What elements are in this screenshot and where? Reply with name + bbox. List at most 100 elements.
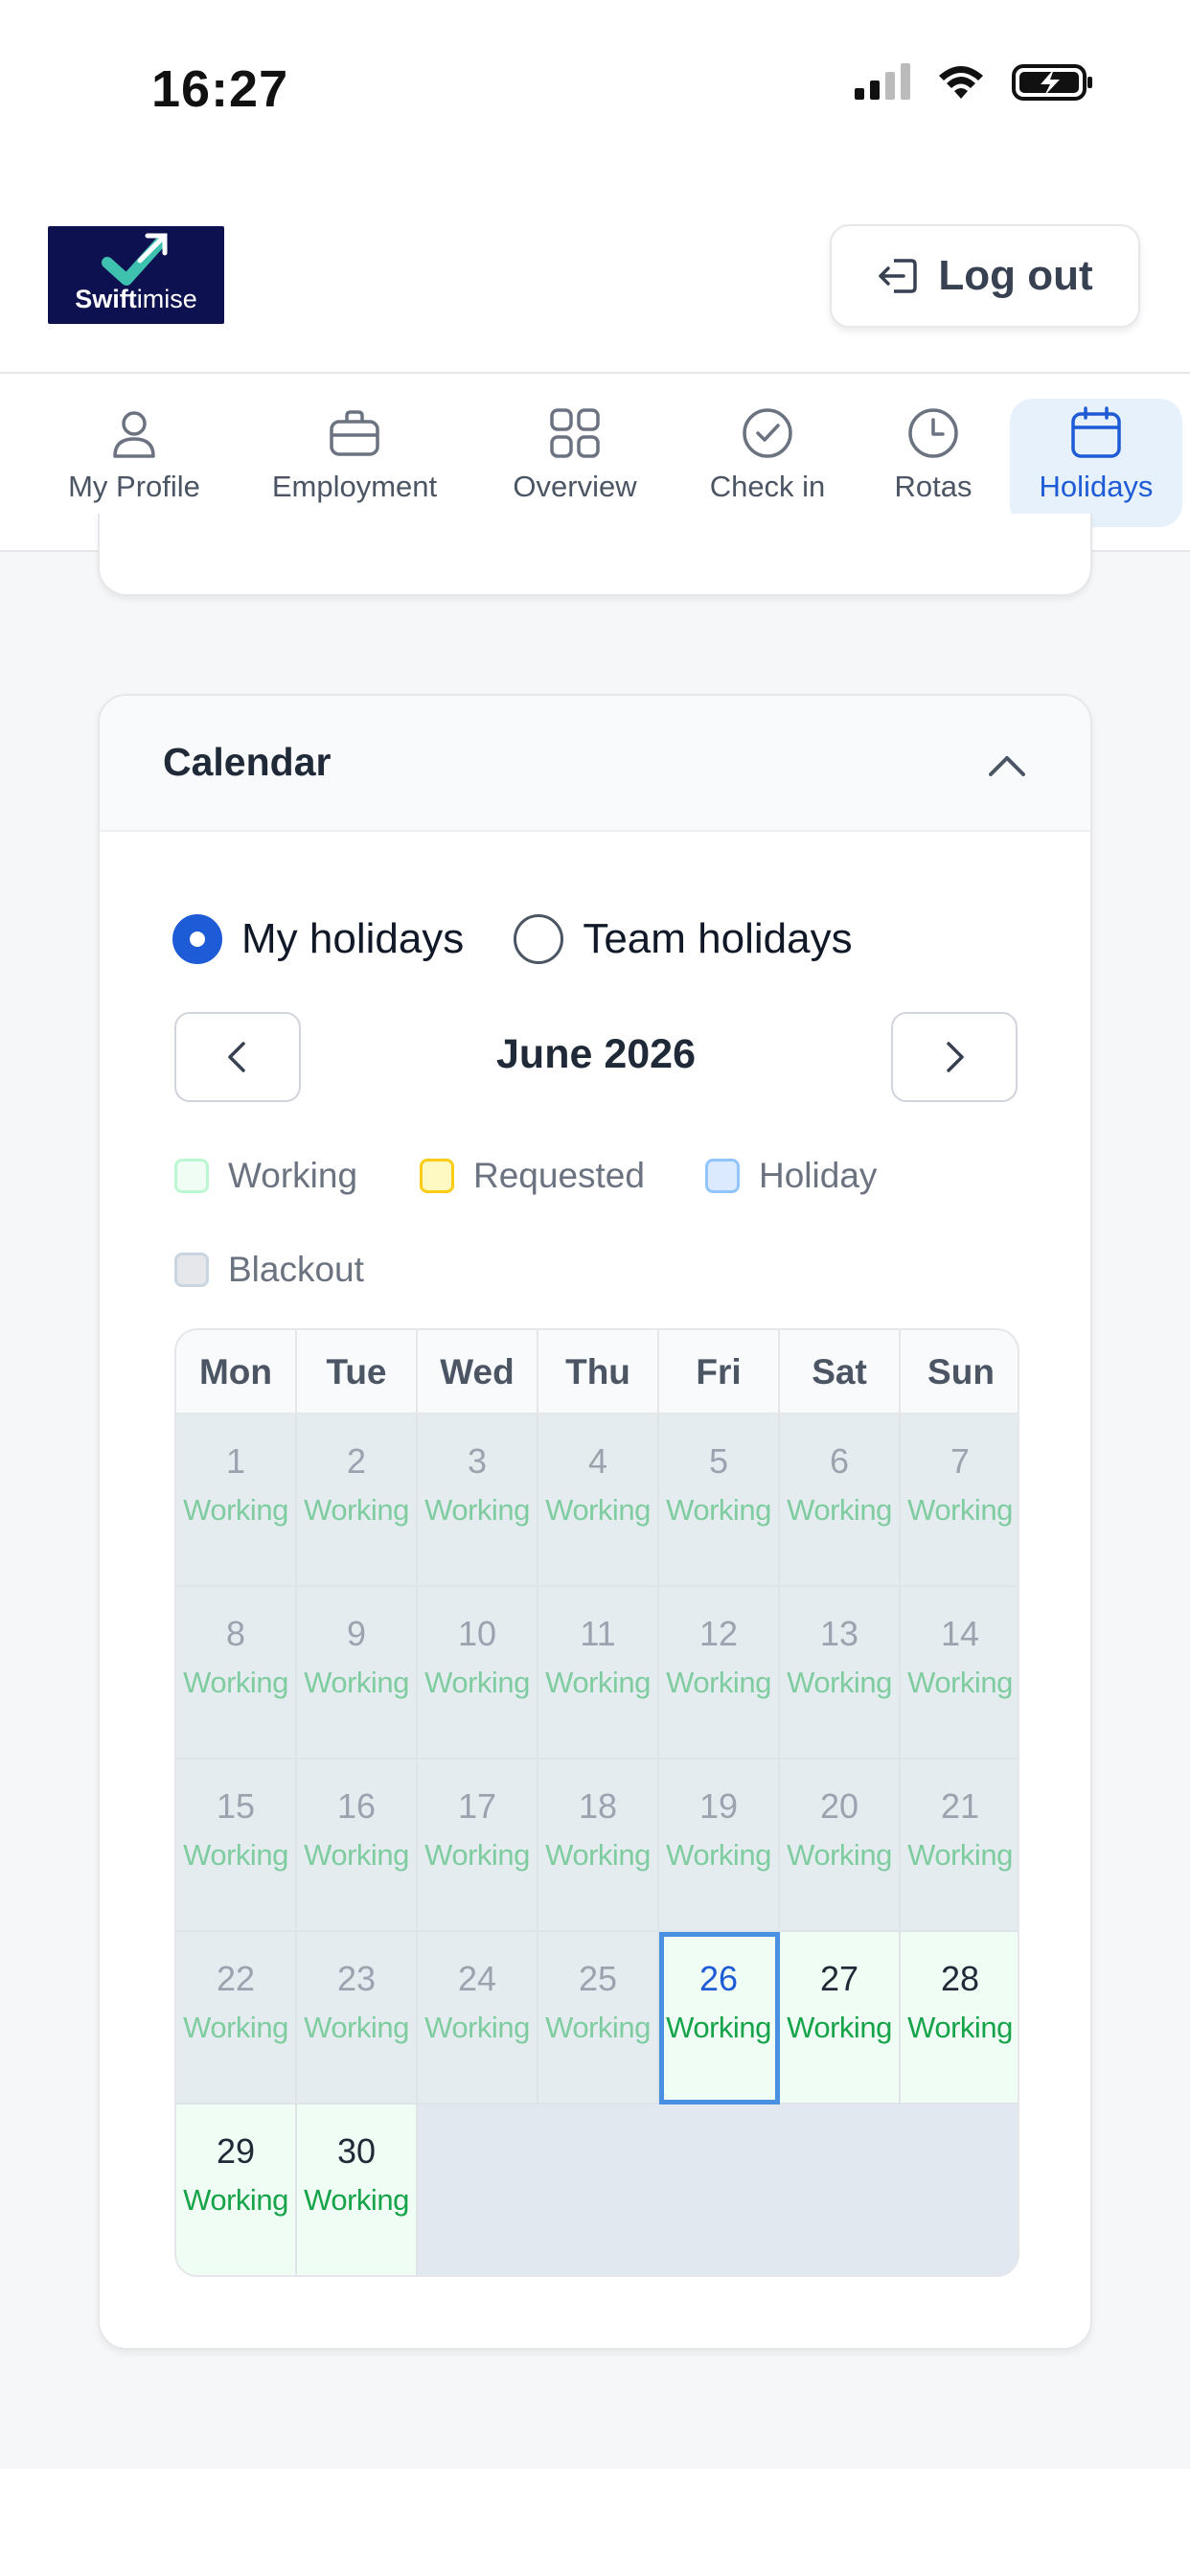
legend-item: Working bbox=[174, 1156, 357, 1196]
day-number: 25 bbox=[578, 1959, 618, 1998]
calendar-day[interactable]: 3 Working bbox=[418, 1414, 538, 1587]
team-holidays-label[interactable]: Team holidays bbox=[583, 915, 852, 963]
legend-item: Holiday bbox=[705, 1156, 877, 1196]
day-status: Working bbox=[787, 1493, 892, 1527]
day-status: Working bbox=[183, 1666, 288, 1699]
chevron-up-icon[interactable] bbox=[985, 744, 1029, 788]
calendar-day[interactable]: 25 Working bbox=[538, 1932, 659, 2104]
day-number: 17 bbox=[457, 1786, 497, 1826]
day-number: 6 bbox=[829, 1441, 850, 1481]
logout-icon bbox=[879, 259, 918, 293]
day-number: 14 bbox=[940, 1614, 980, 1653]
my-holidays-radio[interactable] bbox=[172, 914, 222, 964]
day-number: 23 bbox=[336, 1959, 377, 1998]
day-number: 27 bbox=[819, 1959, 859, 1998]
nav-item-overview[interactable]: Overview bbox=[498, 399, 652, 527]
team-holidays-radio[interactable] bbox=[514, 914, 564, 964]
legend-label: Blackout bbox=[228, 1250, 364, 1289]
day-number: 4 bbox=[587, 1441, 608, 1481]
legend-item: Blackout bbox=[174, 1250, 364, 1290]
calendar-day[interactable]: 29 Working bbox=[176, 2104, 297, 2275]
calendar-day[interactable]: 11 Working bbox=[538, 1587, 659, 1760]
weekday-label: Thu bbox=[538, 1330, 659, 1414]
calendar-day[interactable]: 5 Working bbox=[659, 1414, 780, 1587]
nav-item-rotas[interactable]: Rotas bbox=[874, 399, 993, 527]
battery-icon bbox=[1012, 64, 1092, 101]
calendar-day[interactable]: 15 Working bbox=[176, 1760, 297, 1932]
legend-swatch-working bbox=[174, 1159, 209, 1193]
logout-button[interactable]: Log out bbox=[830, 224, 1140, 328]
calendar-day-today[interactable]: 26 Working bbox=[659, 1932, 780, 2104]
nav-item-employment[interactable]: Employment bbox=[259, 399, 450, 527]
day-number: 22 bbox=[216, 1959, 256, 1998]
calendar-day[interactable]: 17 Working bbox=[418, 1760, 538, 1932]
next-month-button[interactable] bbox=[891, 1012, 1018, 1102]
calendar-day[interactable]: 7 Working bbox=[901, 1414, 1018, 1587]
calendar-day[interactable]: 27 Working bbox=[780, 1932, 901, 2104]
checkmark-logo-icon bbox=[102, 233, 168, 286]
day-number: 1 bbox=[225, 1441, 246, 1481]
day-status: Working bbox=[183, 1838, 288, 1872]
nav-item-holidays[interactable]: Holidays bbox=[1010, 399, 1182, 527]
calendar-day[interactable]: 30 Working bbox=[297, 2104, 418, 2275]
day-number: 21 bbox=[940, 1786, 980, 1826]
day-status: Working bbox=[666, 1666, 771, 1699]
day-number: 5 bbox=[708, 1441, 729, 1481]
day-number: 30 bbox=[336, 2131, 377, 2171]
day-number: 7 bbox=[950, 1441, 971, 1481]
calendar-day[interactable]: 10 Working bbox=[418, 1587, 538, 1760]
day-number: 11 bbox=[580, 1614, 616, 1653]
day-number: 12 bbox=[698, 1614, 739, 1653]
calendar-empty-cell bbox=[418, 2104, 538, 2275]
status-icons bbox=[853, 63, 1094, 102]
day-status: Working bbox=[666, 2011, 771, 2044]
calendar-day[interactable]: 6 Working bbox=[780, 1414, 901, 1587]
month-navigator: June 2026 bbox=[174, 1012, 1018, 1102]
calendar-day[interactable]: 23 Working bbox=[297, 1932, 418, 2104]
calendar-card-header[interactable]: Calendar bbox=[100, 696, 1090, 832]
logo-wordmark: Swiftimise bbox=[48, 285, 224, 314]
day-status: Working bbox=[907, 1493, 1013, 1527]
weekday-label: Wed bbox=[418, 1330, 538, 1414]
calendar-day[interactable]: 4 Working bbox=[538, 1414, 659, 1587]
nav-label: Rotas bbox=[894, 470, 973, 503]
calendar-day[interactable]: 8 Working bbox=[176, 1587, 297, 1760]
calendar-day[interactable]: 2 Working bbox=[297, 1414, 418, 1587]
nav-item-my-profile[interactable]: My Profile bbox=[48, 399, 220, 527]
calendar-day[interactable]: 1 Working bbox=[176, 1414, 297, 1587]
calendar-day[interactable]: 14 Working bbox=[901, 1587, 1018, 1760]
briefcase-icon bbox=[330, 410, 379, 456]
calendar-day[interactable]: 19 Working bbox=[659, 1760, 780, 1932]
day-number: 2 bbox=[346, 1441, 367, 1481]
logo-brand-bold: Swift bbox=[75, 285, 137, 313]
signal-icon bbox=[855, 63, 910, 100]
person-icon bbox=[113, 411, 155, 458]
bottom-safe-area bbox=[0, 2469, 1190, 2576]
status-time: 16:27 bbox=[151, 60, 289, 118]
status-bar: 16:27 bbox=[0, 0, 1190, 172]
calendar-day[interactable]: 16 Working bbox=[297, 1760, 418, 1932]
calendar-day[interactable]: 22 Working bbox=[176, 1932, 297, 2104]
my-holidays-label[interactable]: My holidays bbox=[241, 915, 464, 963]
day-number: 9 bbox=[346, 1614, 367, 1653]
calendar-day[interactable]: 12 Working bbox=[659, 1587, 780, 1760]
calendar-day[interactable]: 9 Working bbox=[297, 1587, 418, 1760]
calendar-day[interactable]: 28 Working bbox=[901, 1932, 1018, 2104]
calendar-day[interactable]: 24 Working bbox=[418, 1932, 538, 2104]
calendar-day[interactable]: 13 Working bbox=[780, 1587, 901, 1760]
weekday-label: Tue bbox=[297, 1330, 418, 1414]
calendar-day[interactable]: 21 Working bbox=[901, 1760, 1018, 1932]
legend-swatch-requested bbox=[420, 1159, 454, 1193]
swiftimise-logo[interactable]: Swiftimise bbox=[48, 226, 224, 324]
calendar-icon bbox=[1071, 406, 1121, 458]
day-status: Working bbox=[545, 2011, 651, 2044]
weekday-label: Sun bbox=[927, 1352, 995, 1392]
grid-icon bbox=[550, 408, 600, 458]
day-status: Working bbox=[666, 1838, 771, 1872]
logout-label: Log out bbox=[938, 252, 1093, 299]
day-status: Working bbox=[304, 2183, 409, 2217]
calendar-day[interactable]: 20 Working bbox=[780, 1760, 901, 1932]
day-status: Working bbox=[545, 1493, 651, 1527]
nav-item-check-in[interactable]: Check in bbox=[696, 399, 839, 527]
calendar-day[interactable]: 18 Working bbox=[538, 1760, 659, 1932]
